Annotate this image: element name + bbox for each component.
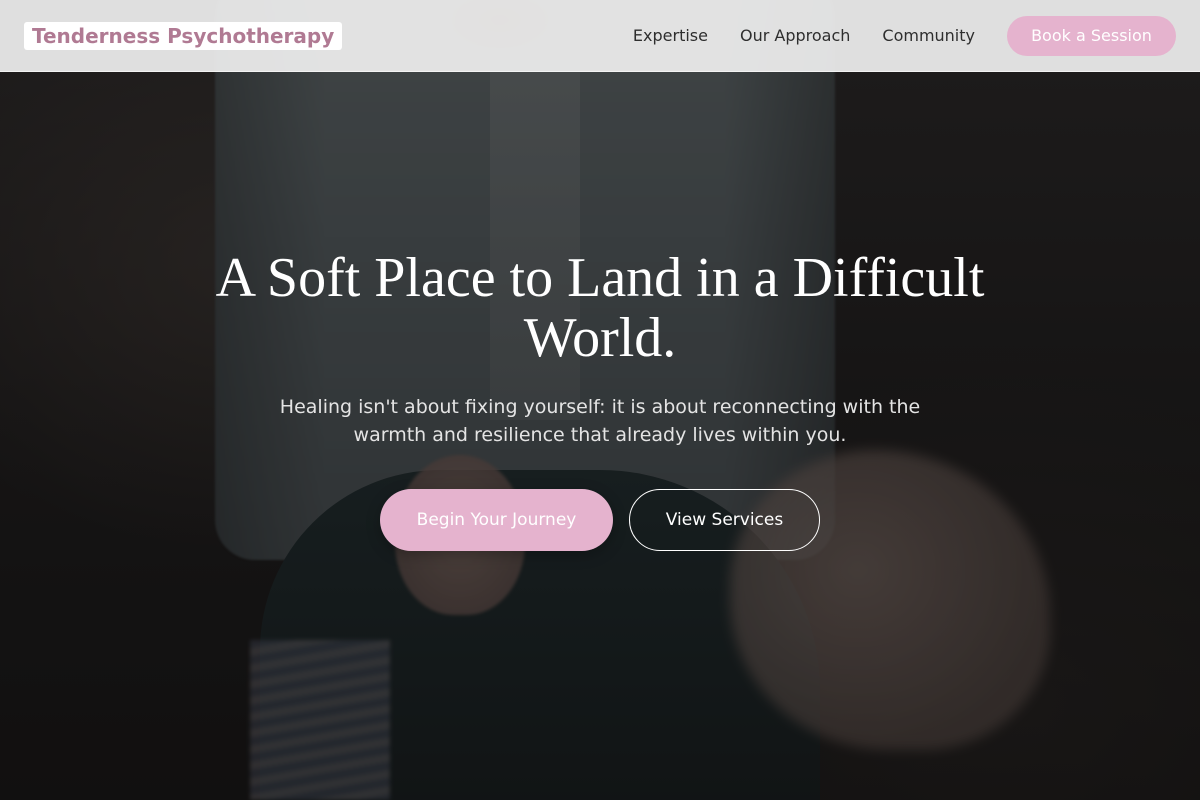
- hero-subtitle: Healing isn't about fixing yourself: it …: [279, 396, 921, 446]
- hero-button-group: Begin Your Journey View Services: [380, 489, 820, 551]
- view-services-button[interactable]: View Services: [629, 489, 820, 551]
- nav-links: Expertise Our Approach Community Book a …: [601, 15, 1176, 56]
- book-session-button[interactable]: Book a Session: [1007, 15, 1176, 56]
- hero-section: A Soft Place to Land in a Difficult Worl…: [0, 0, 1200, 800]
- nav-link-our-approach[interactable]: Our Approach: [740, 26, 850, 45]
- begin-journey-button[interactable]: Begin Your Journey: [380, 489, 613, 551]
- nav-link-community[interactable]: Community: [882, 26, 975, 45]
- nav-link-expertise[interactable]: Expertise: [633, 26, 708, 45]
- top-navbar: Tenderness Psychotherapy Expertise Our A…: [0, 0, 1200, 72]
- landing-page: Tenderness Psychotherapy Expertise Our A…: [0, 0, 1200, 800]
- brand-logo[interactable]: Tenderness Psychotherapy: [24, 21, 343, 50]
- hero-title: A Soft Place to Land in a Difficult Worl…: [215, 247, 985, 369]
